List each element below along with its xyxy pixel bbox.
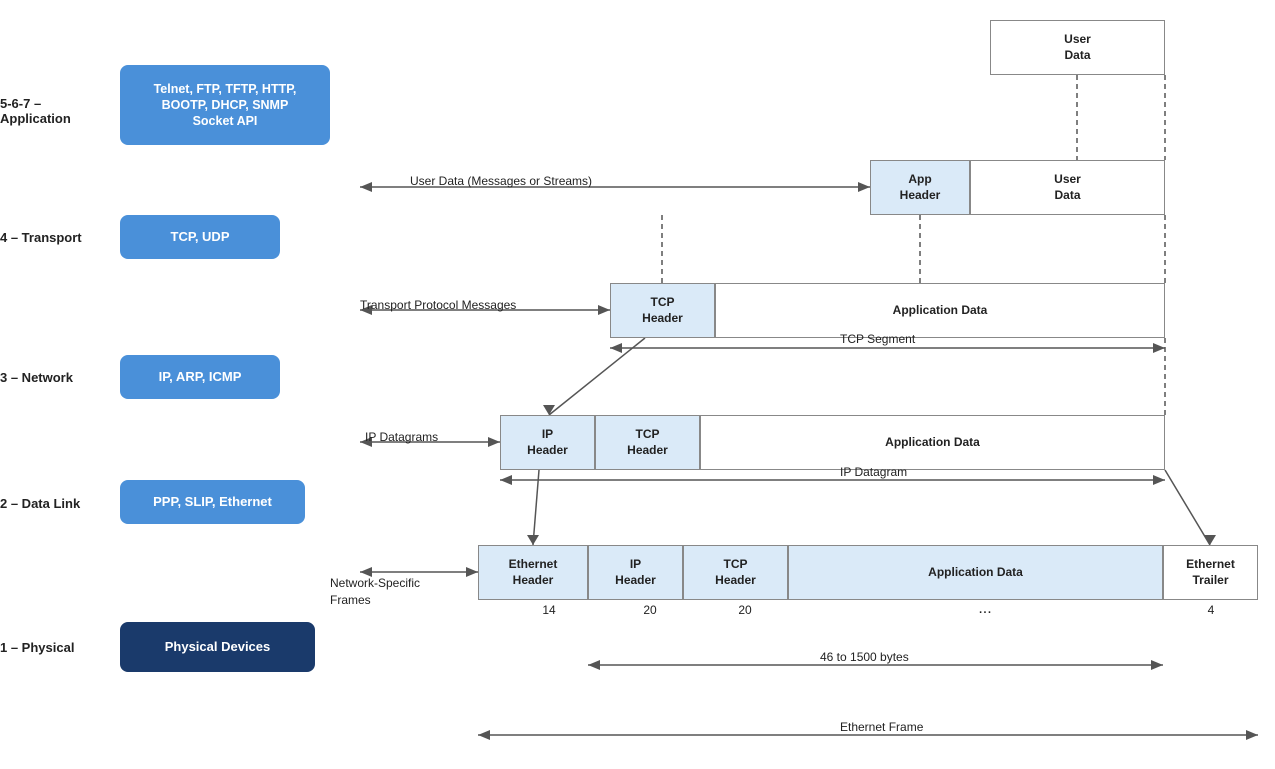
- byte-14: 14: [524, 603, 574, 617]
- eth-app-data-box: Application Data: [788, 545, 1163, 600]
- byte-20-ip: 20: [625, 603, 675, 617]
- app-proto-box: Telnet, FTP, TFTP, HTTP, BOOTP, DHCP, SN…: [120, 65, 330, 145]
- layer-physical: 1 – Physical: [0, 640, 100, 655]
- layer-transport: 4 – Transport: [0, 230, 100, 245]
- datalink-proto-box: PPP, SLIP, Ethernet: [120, 480, 305, 524]
- bytes-range-label: 46 to 1500 bytes: [820, 650, 909, 664]
- tcp-segment-label: TCP Segment: [840, 332, 915, 346]
- physical-proto-box: Physical Devices: [120, 622, 315, 672]
- ip-datagram-label: IP Datagram: [840, 465, 907, 479]
- app-header-box: AppHeader: [870, 160, 970, 215]
- eth-trailer-box: EthernetTrailer: [1163, 545, 1258, 600]
- ip-tcp-header-box: TCPHeader: [595, 415, 700, 470]
- network-frames-arrow-label: Network-Specific Frames: [330, 558, 420, 608]
- tcp-app-data-box: Application Data: [715, 283, 1165, 338]
- layer-network: 3 – Network: [0, 370, 100, 385]
- user-data-arrow-label: User Data (Messages or Streams): [410, 174, 592, 188]
- layer-app: 5-6-7 – Application: [0, 96, 100, 126]
- byte-4: 4: [1196, 603, 1226, 617]
- byte-20-tcp: 20: [720, 603, 770, 617]
- byte-dots: ...: [960, 600, 1010, 618]
- eth-header-box: EthernetHeader: [478, 545, 588, 600]
- eth-tcp-header-box: TCPHeader: [683, 545, 788, 600]
- app-user-data-box: UserData: [970, 160, 1165, 215]
- ethernet-frame-label: Ethernet Frame: [840, 720, 923, 734]
- ip-datagram-arrow-label: IP Datagrams: [365, 430, 438, 444]
- network-proto-box: IP, ARP, ICMP: [120, 355, 280, 399]
- ip-header-box: IPHeader: [500, 415, 595, 470]
- eth-ip-header-box: IPHeader: [588, 545, 683, 600]
- ip-app-data-box: Application Data: [700, 415, 1165, 470]
- user-data-box: UserData: [990, 20, 1165, 75]
- transport-proto-box: TCP, UDP: [120, 215, 280, 259]
- diagram-container: 5-6-7 – Application 4 – Transport 3 – Ne…: [0, 0, 1275, 769]
- layer-datalink: 2 – Data Link: [0, 496, 100, 511]
- tcp-header-box: TCPHeader: [610, 283, 715, 338]
- transport-msg-arrow-label: Transport Protocol Messages: [360, 298, 516, 312]
